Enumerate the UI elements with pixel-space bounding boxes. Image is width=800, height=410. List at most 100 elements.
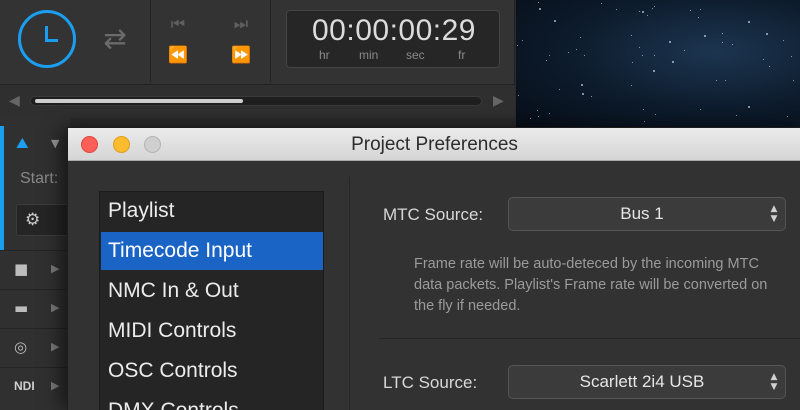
- star: [700, 109, 701, 110]
- star: [581, 84, 583, 86]
- rewind-icon[interactable]: ⏪: [163, 43, 193, 67]
- star: [549, 113, 550, 114]
- star: [517, 45, 518, 46]
- star: [632, 62, 633, 63]
- clock-icon[interactable]: [18, 10, 76, 68]
- star: [539, 8, 541, 10]
- star: [763, 59, 764, 60]
- nav-item-nmc-in-out[interactable]: NMC In & Out: [101, 272, 323, 310]
- layer-row-ndi[interactable]: NDI ▶: [0, 367, 70, 405]
- skip-to-start-icon[interactable]: ⏮: [163, 12, 193, 36]
- scrubber-row: ◀ ▶: [0, 84, 515, 118]
- star: [791, 56, 792, 57]
- image-icon[interactable]: ⛰: [16, 134, 29, 152]
- expand-arrow-icon: ▶: [51, 379, 60, 392]
- star: [769, 66, 770, 67]
- nav-item-timecode-input[interactable]: Timecode Input: [101, 232, 323, 270]
- nav-item-osc-controls[interactable]: OSC Controls: [101, 352, 323, 390]
- fast-forward-icon[interactable]: ⏩: [226, 43, 256, 67]
- mtc-help-text: Frame rate will be auto-deteced by the i…: [414, 256, 768, 314]
- star: [704, 35, 706, 37]
- transport-panel: ⇄ ⏮ ⏭ ⏪ ⏩ 00:00:00:29 hr min sec fr ◀ ▶: [0, 0, 515, 118]
- ndi-label: NDI: [14, 379, 35, 393]
- skip-to-end-icon[interactable]: ⏭: [226, 12, 256, 36]
- dialog-titlebar[interactable]: Project Preferences: [68, 128, 800, 161]
- star: [644, 121, 645, 122]
- star: [669, 41, 671, 43]
- star: [584, 55, 585, 56]
- star: [580, 37, 581, 38]
- star: [642, 11, 644, 13]
- star: [642, 55, 643, 56]
- star: [616, 9, 617, 10]
- timecode-unit-hr: hr: [319, 48, 330, 62]
- star: [672, 61, 674, 63]
- star: [537, 110, 538, 111]
- star: [722, 33, 723, 34]
- ltc-source-select[interactable]: Scarlett 2i4 USB ▲ ▼: [508, 365, 786, 399]
- mtc-source-select[interactable]: Bus 1 ▲ ▼: [508, 197, 786, 231]
- collapse-arrow-icon[interactable]: ▼: [51, 137, 59, 150]
- mtc-source-value: Bus 1: [620, 204, 664, 223]
- nav-item-dmx-controls[interactable]: DMX Controls: [101, 392, 323, 410]
- star: [655, 114, 656, 115]
- nav-item-playlist[interactable]: Playlist: [101, 192, 323, 230]
- layer-row-target[interactable]: ◎ ▶: [0, 328, 70, 366]
- star: [654, 55, 655, 56]
- layer-row-video[interactable]: ■ ▶: [0, 250, 70, 288]
- star: [591, 96, 592, 97]
- section-divider: [379, 338, 800, 339]
- star: [582, 93, 584, 95]
- star: [546, 60, 547, 61]
- scroll-right-icon[interactable]: ▶: [493, 93, 504, 109]
- video-camera-icon: ■: [14, 260, 29, 278]
- star: [725, 80, 726, 81]
- dialog-title: Project Preferences: [351, 134, 518, 155]
- video-preview: [516, 0, 800, 130]
- star: [530, 118, 531, 119]
- star: [631, 35, 632, 36]
- star: [554, 20, 556, 22]
- star: [748, 106, 750, 108]
- loop-icon[interactable]: ⇄: [98, 24, 132, 54]
- target-icon: ◎: [14, 338, 28, 356]
- star: [736, 115, 737, 116]
- ltc-source-label: LTC Source:: [383, 373, 478, 392]
- active-layer-indicator: [0, 126, 4, 250]
- star: [576, 49, 577, 50]
- preferences-dialog: Project Preferences Playlist Timecode In…: [67, 127, 800, 410]
- scrubber[interactable]: [30, 96, 482, 106]
- star: [700, 9, 701, 10]
- select-arrows-icon: ▲ ▼: [770, 204, 778, 224]
- star: [748, 21, 750, 23]
- star: [568, 52, 569, 53]
- star: [732, 44, 733, 45]
- star: [538, 2, 539, 3]
- star: [652, 8, 653, 9]
- scroll-left-icon[interactable]: ◀: [9, 93, 20, 109]
- preferences-nav: Playlist Timecode Input NMC In & Out MID…: [99, 191, 324, 410]
- star: [647, 15, 648, 16]
- star: [639, 47, 640, 48]
- timecode-value: 00:00:00:29: [312, 14, 476, 47]
- star: [601, 3, 602, 4]
- start-label: Start:: [20, 170, 59, 187]
- star: [690, 10, 691, 11]
- mtc-source-label: MTC Source:: [383, 205, 484, 224]
- layer-settings-button[interactable]: ⚙: [16, 204, 68, 236]
- layer-row-clip[interactable]: ▬ ▶: [0, 289, 70, 327]
- star: [698, 17, 699, 18]
- star: [538, 116, 539, 117]
- clapperboard-icon: ▬: [14, 299, 29, 317]
- nav-item-midi-controls[interactable]: MIDI Controls: [101, 312, 323, 350]
- star: [522, 40, 523, 41]
- expand-arrow-icon: ▶: [51, 262, 60, 275]
- timecode-display: 00:00:00:29 hr min sec fr: [286, 10, 500, 68]
- scrubber-fill: [35, 99, 243, 103]
- star: [654, 6, 655, 7]
- timecode-unit-sec: sec: [406, 48, 425, 62]
- star: [787, 116, 788, 117]
- star: [793, 80, 794, 81]
- expand-arrow-icon: ▶: [51, 340, 60, 353]
- star: [518, 95, 519, 96]
